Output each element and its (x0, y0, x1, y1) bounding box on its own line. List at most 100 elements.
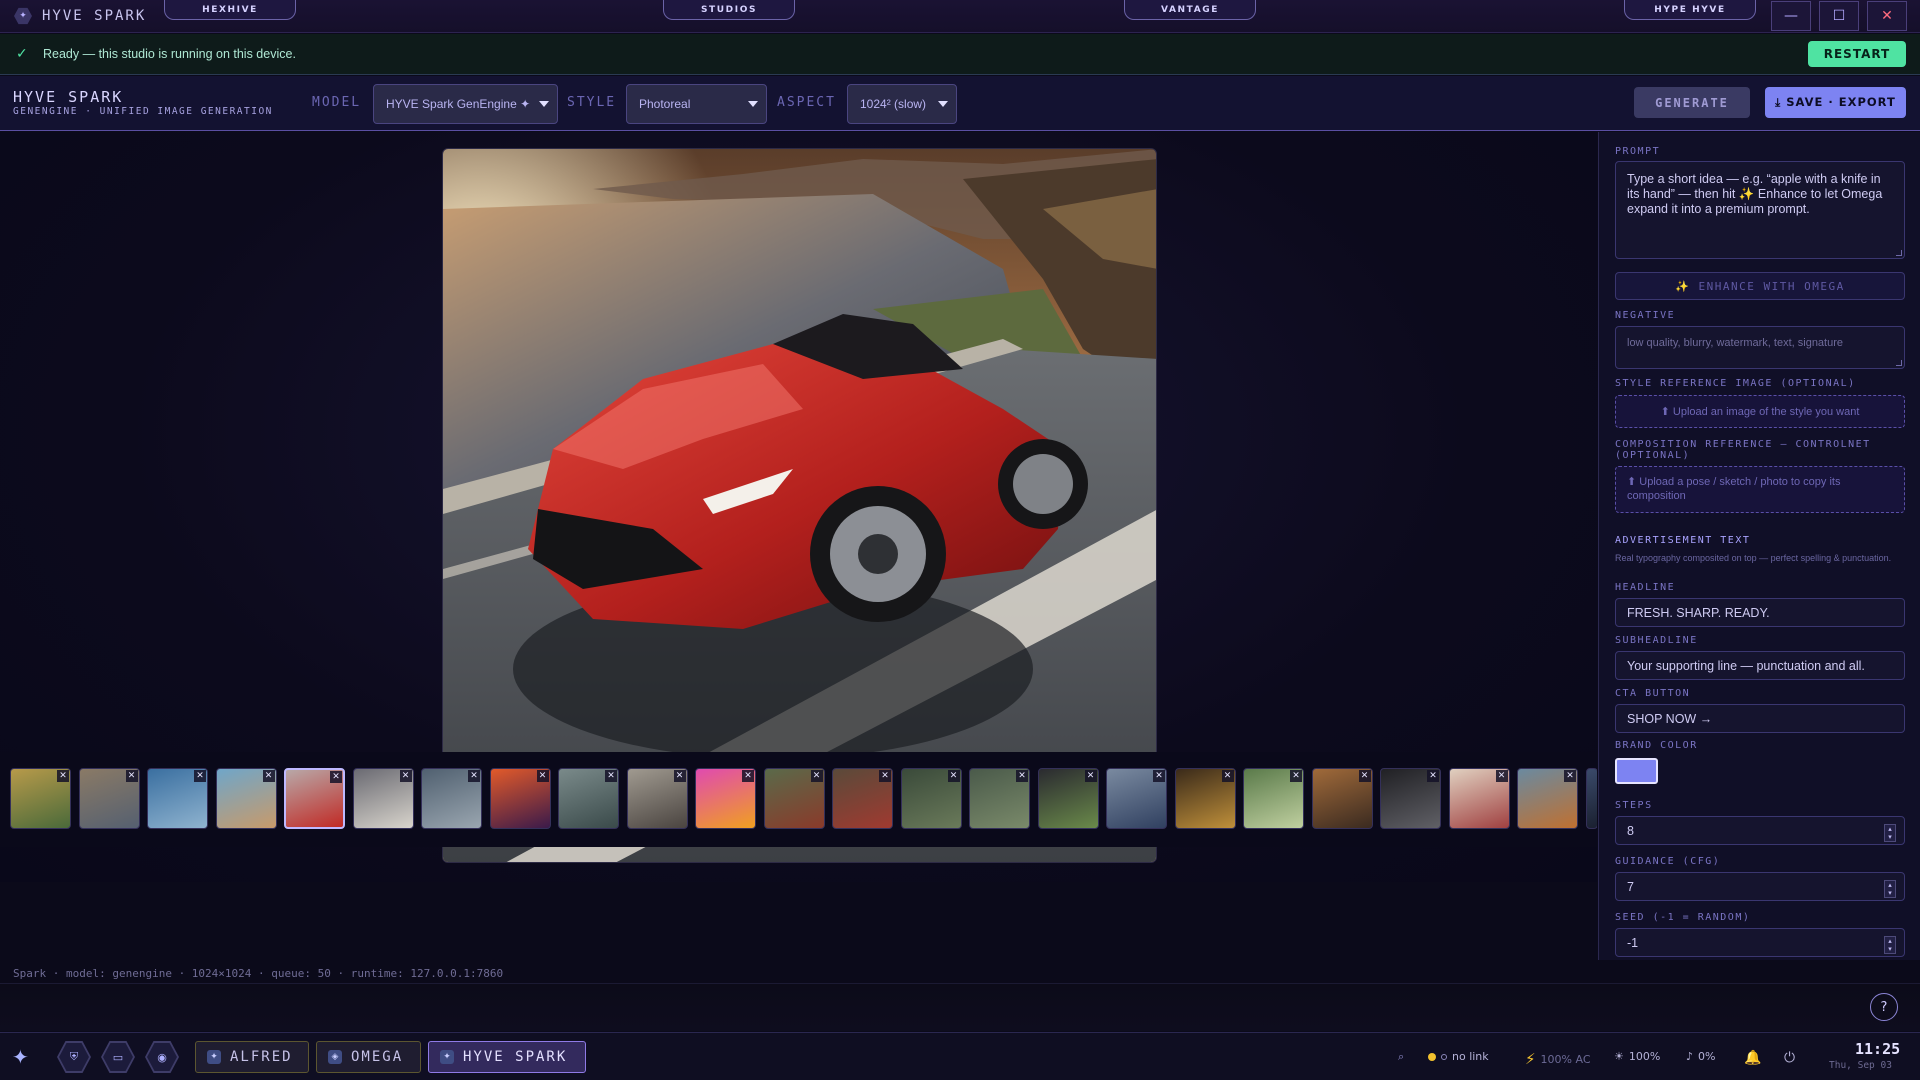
launcher-icon[interactable]: ✦ (12, 1045, 29, 1069)
negative-input[interactable]: low quality, blurry, watermark, text, si… (1615, 326, 1905, 369)
seed-input[interactable]: -1 ▴ ▾ (1615, 928, 1905, 957)
close-icon[interactable]: ✕ (1358, 770, 1371, 782)
history-thumbnail[interactable]: ✕ (900, 768, 962, 829)
style-reference-upload[interactable]: ⬆ Upload an image of the style you want (1615, 395, 1905, 428)
app-name: HYVE SPARK (42, 8, 147, 24)
power-status[interactable]: ⚡ 100% AC (1525, 1050, 1591, 1068)
history-thumbnail[interactable]: ✕ (695, 768, 756, 829)
history-thumbnail[interactable]: ✕ (1380, 768, 1441, 829)
history-thumbnail[interactable]: ✕ (1311, 768, 1373, 829)
tab-vantage[interactable]: VANTAGE (1124, 0, 1256, 20)
generate-button[interactable]: GENERATE (1634, 87, 1750, 118)
close-icon[interactable]: ✕ (1427, 770, 1439, 782)
history-thumbnail[interactable]: ✕ (352, 768, 414, 829)
history-thumbnail[interactable]: ✕ (626, 768, 688, 829)
aspect-select[interactable]: 1024² (slow) (847, 84, 957, 124)
model-select[interactable]: HYVE Spark GenEngine ✦ (373, 84, 558, 124)
minimize-button[interactable]: — (1771, 1, 1811, 31)
history-thumbnail[interactable]: ✕ (558, 768, 619, 829)
files-icon[interactable]: ▭ (101, 1041, 135, 1073)
volume-status[interactable]: ♪ 0% (1686, 1050, 1715, 1063)
history-thumbnail[interactable]: ✕ (284, 768, 345, 829)
steps-input[interactable]: 8 ▴ ▾ (1615, 816, 1905, 845)
seed-label: SEED (-1 = RANDOM) (1615, 912, 1751, 923)
style-select[interactable]: Photoreal (626, 84, 767, 124)
history-thumbnail[interactable]: ✕ (215, 768, 277, 829)
close-icon[interactable]: ✕ (57, 770, 69, 782)
close-icon[interactable]: ✕ (1084, 770, 1097, 782)
close-icon[interactable]: ✕ (1495, 770, 1508, 782)
brightness-status[interactable]: ☀ 100% (1614, 1050, 1660, 1063)
close-icon[interactable]: ✕ (742, 770, 754, 782)
help-button[interactable]: ? (1870, 993, 1898, 1021)
chat-icon[interactable]: ◉ (145, 1041, 179, 1073)
headline-input[interactable]: FRESH. SHARP. READY. (1615, 598, 1905, 627)
taskbar-app-alfred[interactable]: ✦ ALFRED (195, 1041, 309, 1073)
tab-hexhive[interactable]: HEXHIVE (164, 0, 296, 20)
cta-button-input[interactable]: SHOP NOW → (1615, 704, 1905, 733)
close-icon[interactable]: ✕ (1153, 770, 1165, 782)
status-banner: ✓ Ready — this studio is running on this… (0, 34, 1920, 75)
close-icon[interactable]: ✕ (536, 770, 549, 782)
shield-icon[interactable]: ⛨ (57, 1041, 91, 1073)
close-icon[interactable]: ✕ (468, 770, 480, 782)
close-icon[interactable]: ✕ (399, 770, 412, 782)
close-icon[interactable]: ✕ (1016, 770, 1028, 782)
tab-hype-hyve[interactable]: HYPE HYVE (1624, 0, 1756, 20)
history-thumbnail[interactable]: ✕ (763, 768, 825, 829)
history-thumbnail[interactable]: ✕ (147, 768, 208, 829)
title-bar: ✦ HYVE SPARK HEXHIVE STUDIOS VANTAGE HYP… (0, 0, 1920, 33)
composition-reference-upload[interactable]: ⬆ Upload a pose / sketch / photo to copy… (1615, 466, 1905, 513)
history-thumbnail[interactable]: ✕ (1243, 768, 1304, 829)
maximize-button[interactable]: ☐ (1819, 1, 1859, 31)
close-icon[interactable]: ✕ (879, 770, 891, 782)
taskbar-app-hyve-spark[interactable]: ✦ HYVE SPARK (428, 1041, 586, 1073)
guidance-input[interactable]: 7 ▴ ▾ (1615, 872, 1905, 901)
resize-handle-icon[interactable] (1896, 250, 1902, 256)
close-icon[interactable]: ✕ (194, 770, 206, 782)
close-icon[interactable]: ✕ (605, 770, 617, 782)
save-export-button[interactable]: ⤓ SAVE · EXPORT (1765, 87, 1906, 118)
subheadline-input[interactable]: Your supporting line — punctuation and a… (1615, 651, 1905, 680)
history-thumbnail[interactable]: ✕ (1517, 768, 1578, 829)
history-thumbnail[interactable]: ✕ (489, 768, 551, 829)
stepper-arrows-icon[interactable]: ▴ ▾ (1884, 824, 1896, 842)
bell-icon[interactable]: 🔔 (1744, 1050, 1761, 1066)
prompt-input[interactable]: Type a short idea — e.g. “apple with a k… (1615, 161, 1905, 259)
close-icon[interactable]: ✕ (1290, 770, 1302, 782)
subheadline-label: SUBHEADLINE (1615, 635, 1698, 646)
history-thumbnail[interactable]: ✕ (78, 768, 140, 829)
taskbar-app-label: HYVE SPARK (463, 1049, 568, 1065)
close-icon[interactable]: ✕ (1564, 770, 1576, 782)
enhance-with-omega-button[interactable]: ✨ ENHANCE WITH OMEGA (1615, 272, 1905, 300)
negative-label: NEGATIVE (1615, 310, 1676, 321)
close-icon[interactable]: ✕ (810, 770, 823, 782)
taskbar-app-omega[interactable]: ◈ OMEGA (316, 1041, 421, 1073)
history-thumbnail[interactable]: ✕ (1174, 768, 1236, 829)
close-icon[interactable]: ✕ (1221, 770, 1234, 782)
tab-studios[interactable]: STUDIOS (663, 0, 795, 20)
close-icon[interactable]: ✕ (673, 770, 686, 782)
history-thumbnail[interactable]: ✕ (421, 768, 482, 829)
close-icon[interactable]: ✕ (125, 770, 138, 782)
close-icon[interactable]: ✕ (262, 770, 275, 782)
close-icon[interactable]: ✕ (330, 771, 342, 783)
stepper-arrows-icon[interactable]: ▴ ▾ (1884, 936, 1896, 954)
close-button[interactable]: ✕ (1867, 1, 1907, 31)
history-thumbnail[interactable] (1585, 768, 1597, 829)
power-icon[interactable]: ⏻ (1784, 1050, 1795, 1066)
history-thumbnail[interactable]: ✕ (1106, 768, 1167, 829)
history-thumbnail[interactable]: ✕ (1448, 768, 1510, 829)
resize-handle-icon[interactable] (1896, 360, 1902, 366)
restart-button[interactable]: RESTART (1808, 41, 1906, 67)
brand-color-picker[interactable] (1615, 758, 1658, 784)
alfred-icon: ✦ (207, 1050, 221, 1064)
history-thumbnail[interactable]: ✕ (1037, 768, 1099, 829)
history-thumbnail[interactable]: ✕ (969, 768, 1030, 829)
history-thumbnail[interactable]: ✕ (832, 768, 893, 829)
stepper-arrows-icon[interactable]: ▴ ▾ (1884, 880, 1896, 898)
close-icon[interactable]: ✕ (947, 770, 960, 782)
search-icon[interactable]: ⌕ (1398, 1050, 1404, 1064)
link-status[interactable]: no link (1428, 1050, 1489, 1063)
history-thumbnail[interactable]: ✕ (10, 768, 71, 829)
